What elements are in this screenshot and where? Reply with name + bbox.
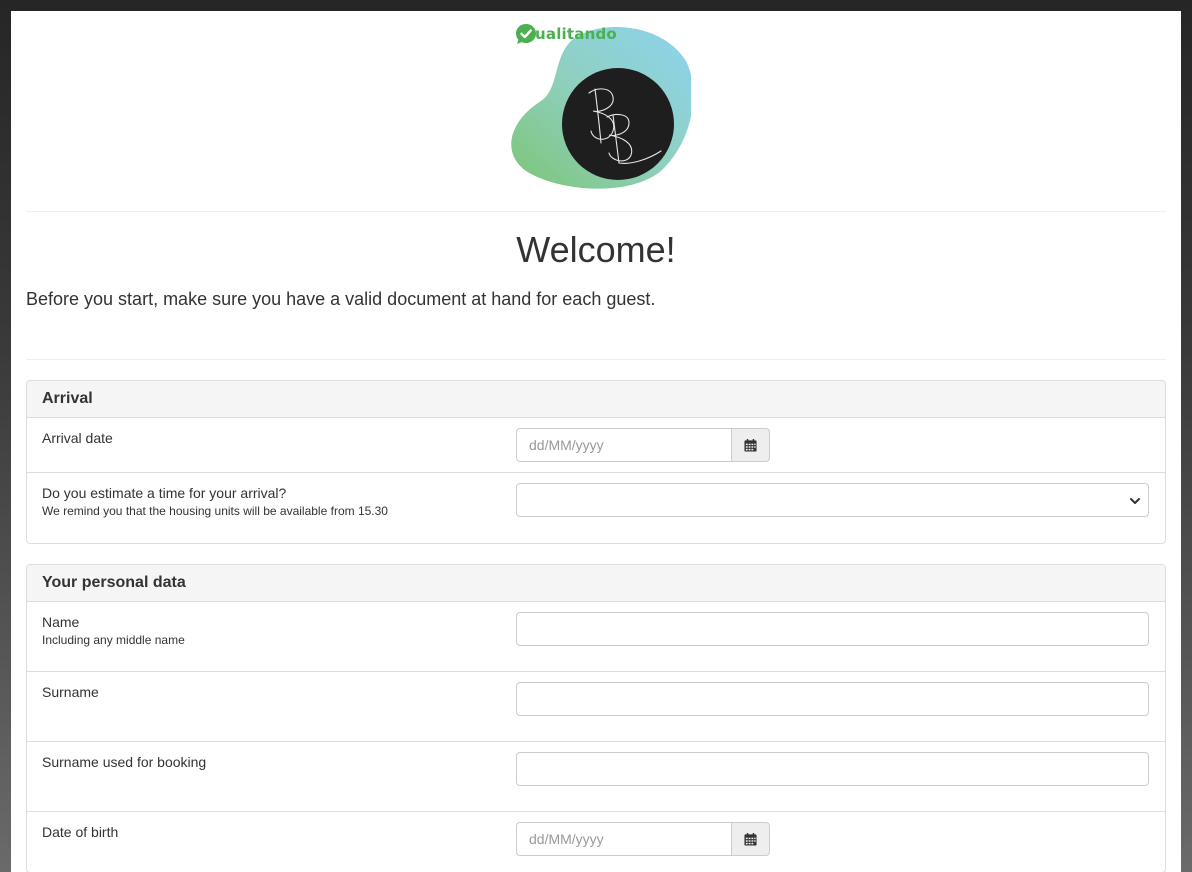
brand-name: ualitando [535,25,617,43]
date-of-birth-input[interactable] [516,822,731,856]
brand-logo: ualitando [515,22,617,46]
date-of-birth-picker [516,822,770,856]
arrival-date-calendar-button[interactable] [731,428,770,462]
arrival-time-label: Do you estimate a time for your arrival?… [42,485,388,518]
date-of-birth-calendar-button[interactable] [731,822,770,856]
date-of-birth-label: Date of birth [42,824,119,840]
arrival-date-row: Arrival date [27,418,1165,473]
arrival-panel-heading: Arrival [27,381,1165,418]
name-input[interactable] [516,612,1149,646]
name-label: Name Including any middle name [42,614,185,647]
personal-data-panel: Your personal data Name Including any mi… [26,564,1166,872]
booking-surname-row: Surname used for booking [27,742,1165,812]
intro-text: Before you start, make sure you have a v… [26,289,656,309]
arrival-date-label: Arrival date [42,430,113,446]
name-row: Name Including any middle name [27,602,1165,672]
arrival-panel: Arrival Arrival date dd/MM/yyyy Do you e… [26,380,1166,544]
page-title: Welcome! [516,229,676,270]
booking-surname-label: Surname used for booking [42,754,207,770]
surname-row: Surname [27,672,1165,742]
personal-data-panel-heading: Your personal data [27,565,1165,602]
checkin-page: ualitando Welcome! Before you start, mak… [11,11,1181,872]
check-bubble-icon [516,24,536,44]
booking-surname-input[interactable] [516,752,1149,786]
arrival-time-question: Do you estimate a time for your arrival? [42,485,287,501]
name-label-text: Name [42,614,80,630]
arrival-date-input[interactable] [516,428,731,462]
divider [26,359,1166,360]
name-help: Including any middle name [42,633,185,647]
arrival-time-row: Do you estimate a time for your arrival?… [27,473,1165,543]
chevron-down-icon [1130,498,1140,504]
surname-input[interactable] [516,682,1149,716]
arrival-time-help: We remind you that the housing units wil… [42,504,388,518]
property-logo [511,27,691,189]
date-of-birth-row: Date of birth [27,812,1165,872]
arrival-time-select[interactable] [516,483,1149,517]
arrival-date-picker [516,428,770,462]
divider [26,211,1166,212]
calendar-icon [744,438,757,452]
calendar-icon [744,832,757,846]
surname-label: Surname [42,684,99,700]
